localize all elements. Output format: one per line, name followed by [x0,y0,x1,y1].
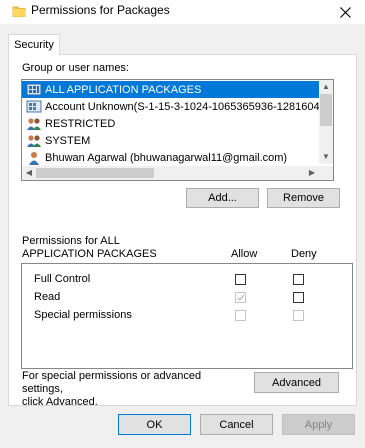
ok-button[interactable]: OK [118,414,191,435]
list-item[interactable]: Bhuwan Agarwal (bhuwanagarwal11@gmail.co… [22,149,319,166]
dialog-body: Security Group or user names: ALL APPLIC… [0,24,365,410]
scroll-down-icon[interactable]: ▼ [319,150,333,164]
horizontal-scroll-thumb[interactable] [36,168,154,178]
permissions-label: Permissions for ALL APPLICATION PACKAGES [22,235,222,261]
close-button[interactable] [325,0,365,24]
list-item[interactable]: SYSTEM [22,132,319,149]
window-title: Permissions for Packages [31,3,170,17]
full-control-allow-checkbox[interactable] [235,274,246,285]
security-panel: Group or user names: ALL APPLICATION PAC… [8,54,357,409]
add-button[interactable]: Add... [186,188,259,208]
permissions-label-line2: APPLICATION PACKAGES [22,248,157,260]
read-allow-checkbox[interactable] [235,292,246,303]
vertical-scroll-thumb[interactable] [320,94,332,126]
permission-row-read: Read [21,289,60,305]
full-control-deny-checkbox[interactable] [293,274,304,285]
title-bar: Permissions for Packages [0,0,365,24]
list-item-label: Bhuwan Agarwal (bhuwanagarwal11@gmail.co… [45,151,288,164]
group-list[interactable]: ALL APPLICATION PACKAGES Account Unknown… [21,79,334,181]
scroll-up-icon[interactable]: ▲ [319,80,333,94]
special-deny-checkbox[interactable] [293,310,304,321]
advanced-hint-line1: For special permissions or advanced sett… [22,370,202,395]
permission-label: Read [34,291,61,303]
vertical-scrollbar[interactable]: ▲ ▼ [319,80,333,164]
check-icon [237,294,245,301]
cancel-button[interactable]: Cancel [200,414,273,435]
permission-label: Special permissions [34,309,132,321]
advanced-hint: For special permissions or advanced sett… [22,370,242,409]
group-label: Group or user names: [22,62,129,74]
folder-icon [12,6,26,17]
allow-header: Allow [231,248,258,260]
list-item-label: RESTRICTED [45,117,116,130]
list-item-label: ALL APPLICATION PACKAGES [45,83,202,96]
advanced-hint-line2: click Advanced. [22,396,98,408]
permission-row-special: Special permissions [21,307,132,323]
list-item[interactable]: ALL APPLICATION PACKAGES [22,81,319,98]
permissions-label-line1: Permissions for ALL [22,235,120,247]
apply-button[interactable]: Apply [282,414,355,435]
close-icon [339,6,351,18]
remove-button[interactable]: Remove [267,188,340,208]
users-icon [27,117,41,130]
dialog-footer: OK Cancel Apply [0,410,365,448]
read-deny-checkbox[interactable] [293,292,304,303]
horizontal-scrollbar[interactable]: ◀ ▶ [22,166,333,180]
users-icon [27,134,41,147]
special-allow-checkbox[interactable] [235,310,246,321]
list-item[interactable]: Account Unknown(S-1-15-3-1024-1065365936… [22,98,319,115]
tab-security[interactable]: Security [8,34,60,55]
scroll-right-icon[interactable]: ▶ [305,166,319,180]
permission-label: Full Control [34,273,91,285]
permission-row-full-control: Full Control [21,271,90,287]
tab-security-label: Security [14,39,54,51]
scroll-left-icon[interactable]: ◀ [22,166,36,180]
group-icon [26,100,42,112]
list-item-label: Account Unknown(S-1-15-3-1024-1065365936… [45,100,319,113]
advanced-button[interactable]: Advanced [254,372,339,393]
deny-header: Deny [291,248,317,260]
group-icon [26,83,42,95]
list-item-label: SYSTEM [45,134,91,147]
user-icon [29,151,39,165]
list-item[interactable]: RESTRICTED [22,115,319,132]
